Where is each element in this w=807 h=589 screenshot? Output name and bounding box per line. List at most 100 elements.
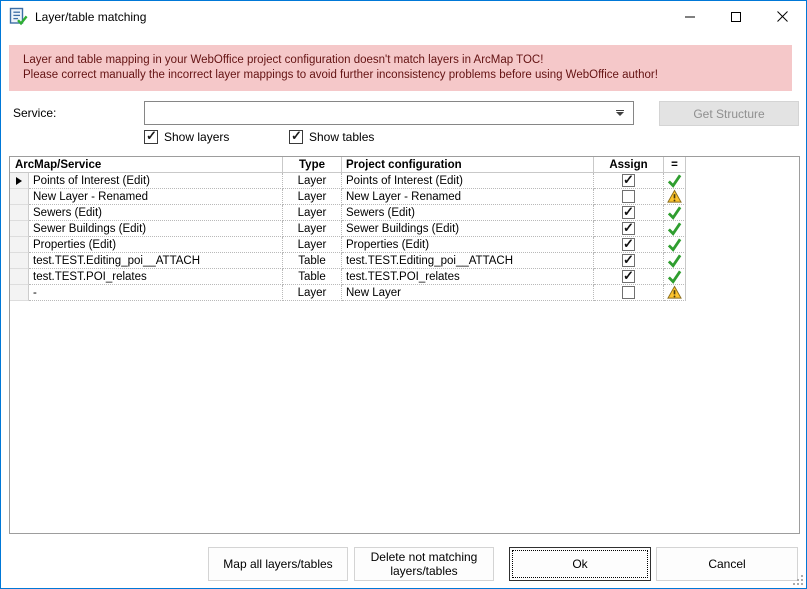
column-header-type[interactable]: Type bbox=[283, 157, 342, 173]
arcmap-cell[interactable]: Sewer Buildings (Edit) bbox=[29, 221, 283, 237]
status-cell bbox=[664, 221, 686, 237]
chevron-down-icon[interactable] bbox=[616, 112, 624, 116]
arcmap-cell[interactable]: test.TEST.Editing_poi__ATTACH bbox=[29, 253, 283, 269]
show-tables-filter[interactable]: Show tables bbox=[289, 130, 374, 144]
green-check-icon bbox=[667, 221, 682, 236]
project-cell[interactable]: Sewers (Edit) bbox=[342, 205, 594, 221]
project-cell[interactable]: test.TEST.POI_relates bbox=[342, 269, 594, 285]
arcmap-cell[interactable]: New Layer - Renamed bbox=[29, 189, 283, 205]
column-header-arcmap-service[interactable]: ArcMap/Service bbox=[10, 157, 283, 173]
status-cell bbox=[664, 205, 686, 221]
cancel-button[interactable]: Cancel bbox=[656, 547, 798, 581]
assign-checkbox[interactable] bbox=[622, 206, 635, 219]
project-cell[interactable]: New Layer - Renamed bbox=[342, 189, 594, 205]
type-cell[interactable]: Layer bbox=[283, 189, 342, 205]
table-row[interactable]: - Layer New Layer bbox=[10, 285, 686, 301]
current-row-arrow bbox=[16, 177, 22, 185]
row-selector[interactable] bbox=[10, 173, 29, 189]
get-structure-button[interactable]: Get Structure bbox=[659, 101, 799, 126]
assign-cell[interactable] bbox=[594, 221, 664, 237]
table-row[interactable]: Points of Interest (Edit) Layer Points o… bbox=[10, 173, 686, 189]
map-all-layers-tables-button[interactable]: Map all layers/tables bbox=[208, 547, 348, 581]
status-cell bbox=[664, 173, 686, 189]
table-row[interactable]: New Layer - Renamed Layer New Layer - Re… bbox=[10, 189, 686, 205]
assign-cell[interactable] bbox=[594, 237, 664, 253]
green-check-icon bbox=[667, 205, 682, 220]
show-layers-label: Show layers bbox=[164, 130, 229, 144]
window-title: Layer/table matching bbox=[35, 10, 146, 24]
table-row[interactable]: Sewers (Edit) Layer Sewers (Edit) bbox=[10, 205, 686, 221]
row-selector[interactable] bbox=[10, 237, 29, 253]
row-selector[interactable] bbox=[10, 205, 29, 221]
resize-grip-icon[interactable] bbox=[791, 573, 803, 585]
project-cell[interactable]: Sewer Buildings (Edit) bbox=[342, 221, 594, 237]
assign-cell[interactable] bbox=[594, 253, 664, 269]
ok-button[interactable]: Ok bbox=[509, 547, 651, 581]
assign-checkbox[interactable] bbox=[622, 238, 635, 251]
type-cell[interactable]: Table bbox=[283, 253, 342, 269]
table-row[interactable]: test.TEST.POI_relates Table test.TEST.PO… bbox=[10, 269, 686, 285]
show-tables-label: Show tables bbox=[309, 130, 374, 144]
row-selector[interactable] bbox=[10, 285, 29, 301]
assign-checkbox[interactable] bbox=[622, 222, 635, 235]
arcmap-cell[interactable]: Properties (Edit) bbox=[29, 237, 283, 253]
assign-checkbox[interactable] bbox=[622, 174, 635, 187]
minimize-button[interactable] bbox=[667, 1, 713, 32]
arcmap-cell[interactable]: Sewers (Edit) bbox=[29, 205, 283, 221]
green-check-icon bbox=[667, 237, 682, 252]
column-header-assign[interactable]: Assign bbox=[594, 157, 664, 173]
warning-banner: Layer and table mapping in your WebOffic… bbox=[9, 45, 792, 91]
service-label: Service: bbox=[13, 106, 56, 120]
service-combobox[interactable] bbox=[144, 101, 634, 125]
table-row[interactable]: Properties (Edit) Layer Properties (Edit… bbox=[10, 237, 686, 253]
maximize-icon bbox=[731, 12, 741, 22]
assign-checkbox[interactable] bbox=[622, 254, 635, 267]
assign-checkbox[interactable] bbox=[622, 190, 635, 203]
assign-checkbox[interactable] bbox=[622, 286, 635, 299]
green-check-icon bbox=[667, 253, 682, 268]
yellow-warning-triangle-icon bbox=[667, 189, 682, 204]
warning-line-2: Please correct manually the incorrect la… bbox=[23, 68, 792, 83]
maximize-button[interactable] bbox=[713, 1, 759, 32]
arcmap-cell[interactable]: test.TEST.POI_relates bbox=[29, 269, 283, 285]
type-cell[interactable]: Table bbox=[283, 269, 342, 285]
type-cell[interactable]: Layer bbox=[283, 205, 342, 221]
type-cell[interactable]: Layer bbox=[283, 237, 342, 253]
assign-cell[interactable] bbox=[594, 205, 664, 221]
status-cell bbox=[664, 285, 686, 301]
arcmap-cell[interactable]: - bbox=[29, 285, 283, 301]
status-cell bbox=[664, 189, 686, 205]
show-layers-filter[interactable]: Show layers bbox=[144, 130, 229, 144]
project-cell[interactable]: test.TEST.Editing_poi__ATTACH bbox=[342, 253, 594, 269]
column-header-equals[interactable]: = bbox=[664, 157, 686, 173]
assign-cell[interactable] bbox=[594, 189, 664, 205]
assign-cell[interactable] bbox=[594, 173, 664, 189]
show-tables-checkbox[interactable] bbox=[289, 130, 303, 144]
assign-cell[interactable] bbox=[594, 285, 664, 301]
arcmap-cell[interactable]: Points of Interest (Edit) bbox=[29, 173, 283, 189]
close-icon bbox=[777, 11, 788, 22]
row-selector[interactable] bbox=[10, 221, 29, 237]
project-cell[interactable]: Properties (Edit) bbox=[342, 237, 594, 253]
type-cell[interactable]: Layer bbox=[283, 221, 342, 237]
row-selector[interactable] bbox=[10, 269, 29, 285]
status-cell bbox=[664, 269, 686, 285]
type-cell[interactable]: Layer bbox=[283, 173, 342, 189]
table-row[interactable]: Sewer Buildings (Edit) Layer Sewer Build… bbox=[10, 221, 686, 237]
warning-line-1: Layer and table mapping in your WebOffic… bbox=[23, 53, 792, 68]
delete-not-matching-button[interactable]: Delete not matching layers/tables bbox=[354, 547, 494, 581]
assign-cell[interactable] bbox=[594, 269, 664, 285]
show-layers-checkbox[interactable] bbox=[144, 130, 158, 144]
project-cell[interactable]: Points of Interest (Edit) bbox=[342, 173, 594, 189]
close-button[interactable] bbox=[759, 1, 805, 32]
column-header-project-configuration[interactable]: Project configuration bbox=[342, 157, 594, 173]
project-cell[interactable]: New Layer bbox=[342, 285, 594, 301]
row-selector[interactable] bbox=[10, 253, 29, 269]
table-row[interactable]: test.TEST.Editing_poi__ATTACH Table test… bbox=[10, 253, 686, 269]
row-selector[interactable] bbox=[10, 189, 29, 205]
green-check-icon bbox=[667, 173, 682, 188]
window-controls bbox=[667, 1, 805, 32]
assign-checkbox[interactable] bbox=[622, 270, 635, 283]
layer-table-matching-app-icon bbox=[9, 7, 28, 31]
type-cell[interactable]: Layer bbox=[283, 285, 342, 301]
